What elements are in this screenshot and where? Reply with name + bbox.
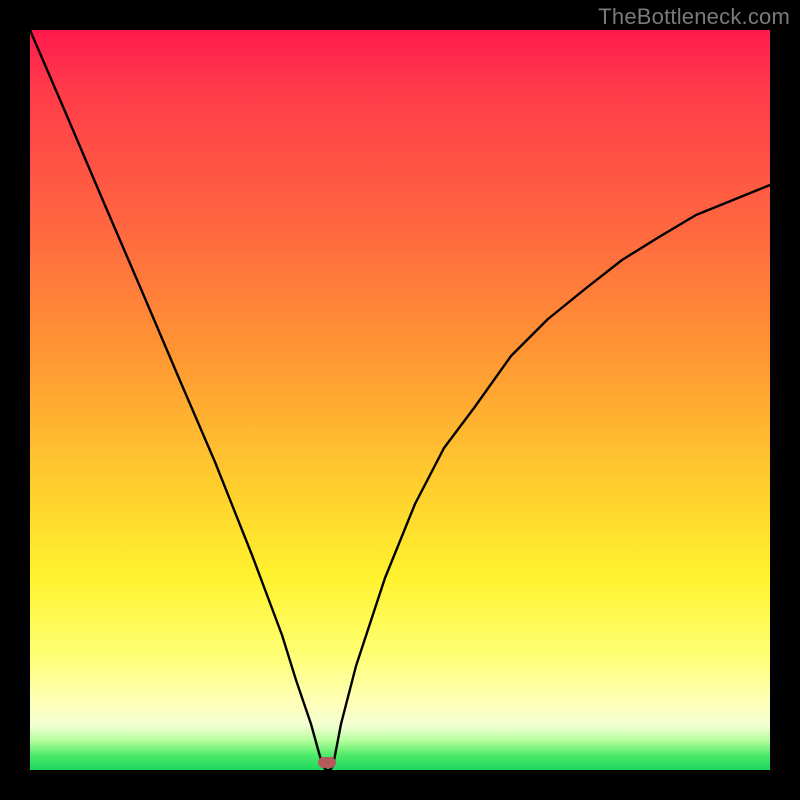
chart-frame: TheBottleneck.com	[0, 0, 800, 800]
bottleneck-curve	[30, 30, 770, 770]
curve-path	[30, 30, 770, 770]
plot-area	[30, 30, 770, 770]
watermark-text: TheBottleneck.com	[598, 4, 790, 30]
notch-marker	[318, 757, 336, 768]
